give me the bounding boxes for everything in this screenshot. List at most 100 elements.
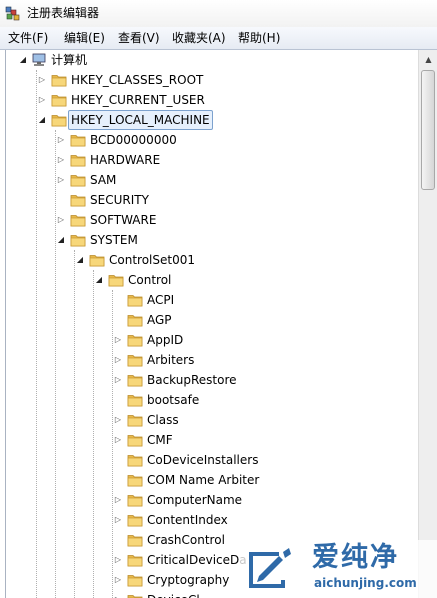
expand-arrow-icon[interactable]: ▷ bbox=[56, 175, 66, 185]
expand-arrow-icon[interactable]: ▷ bbox=[113, 495, 123, 505]
watermark-title: 爱纯净 bbox=[312, 542, 399, 573]
tree-node-software[interactable]: ▷ SOFTWARE bbox=[6, 210, 406, 230]
folder-icon bbox=[127, 472, 143, 488]
expand-arrow-icon[interactable]: ▷ bbox=[113, 575, 123, 585]
tree-node-class[interactable]: ▷ Class bbox=[6, 410, 406, 430]
tree-node-security[interactable]: SECURITY bbox=[6, 190, 406, 210]
tree-node-hkey-classes-root[interactable]: ▷ HKEY_CLASSES_ROOT bbox=[6, 70, 406, 90]
tree-node-agp[interactable]: AGP bbox=[6, 310, 406, 330]
menu-favorites[interactable]: 收藏夹(A) bbox=[171, 30, 227, 47]
folder-icon bbox=[70, 212, 86, 228]
collapse-arrow-icon[interactable]: ◢ bbox=[94, 275, 104, 285]
menu-edit[interactable]: 编辑(E) bbox=[63, 30, 106, 47]
folder-icon bbox=[127, 552, 143, 568]
tree-node-controlset001[interactable]: ◢ ControlSet001 bbox=[6, 250, 406, 270]
tree-node-label: HARDWARE bbox=[90, 153, 161, 167]
folder-icon bbox=[108, 272, 124, 288]
folder-icon bbox=[127, 352, 143, 368]
folder-icon bbox=[127, 492, 143, 508]
menu-view[interactable]: 查看(V) bbox=[117, 30, 161, 47]
folder-icon bbox=[127, 452, 143, 468]
tree-node-label: DeviceCl bbox=[147, 590, 200, 598]
tree-node-label: HKEY_CURRENT_USER bbox=[71, 93, 205, 107]
tree-node-computername[interactable]: ▷ ComputerName bbox=[6, 490, 406, 510]
expand-arrow-icon[interactable]: ▷ bbox=[113, 555, 123, 565]
tree-node-label: CriticalDeviceDa bbox=[147, 553, 247, 567]
tree-node-label: Cryptography bbox=[147, 573, 230, 587]
folder-icon bbox=[127, 572, 143, 588]
window-title: 注册表编辑器 bbox=[27, 6, 100, 20]
computer-icon bbox=[31, 52, 47, 68]
tree-node-cmf[interactable]: ▷ CMF bbox=[6, 430, 406, 450]
expand-arrow-icon[interactable]: ▷ bbox=[37, 95, 47, 105]
tree-node-label: ContentIndex bbox=[147, 513, 228, 527]
folder-icon bbox=[127, 592, 143, 598]
expand-arrow-icon[interactable]: ▷ bbox=[113, 435, 123, 445]
tree-node-label: SECURITY bbox=[90, 193, 149, 207]
tree-node-label: CMF bbox=[147, 433, 173, 447]
watermark-url: aichunjing.com bbox=[314, 576, 417, 590]
collapse-arrow-icon[interactable]: ◢ bbox=[37, 115, 47, 125]
folder-icon bbox=[89, 252, 105, 268]
folder-icon bbox=[127, 312, 143, 328]
expand-arrow-icon[interactable]: ▷ bbox=[56, 155, 66, 165]
collapse-arrow-icon[interactable]: ◢ bbox=[75, 255, 85, 265]
expand-arrow-icon[interactable]: ▷ bbox=[56, 135, 66, 145]
folder-icon bbox=[51, 92, 67, 108]
tree-node-label: Control bbox=[128, 273, 172, 287]
expand-arrow-icon[interactable]: ▷ bbox=[113, 375, 123, 385]
menu-help[interactable]: 帮助(H) bbox=[237, 30, 281, 47]
folder-icon bbox=[127, 292, 143, 308]
folder-icon bbox=[70, 232, 86, 248]
tree-node-label: COM Name Arbiter bbox=[147, 473, 260, 487]
tree-node-backuprestore[interactable]: ▷ BackupRestore bbox=[6, 370, 406, 390]
tree-node-label: Class bbox=[147, 413, 179, 427]
tree-node-label: CrashControl bbox=[147, 533, 225, 547]
watermark-logo-icon bbox=[245, 546, 293, 592]
folder-icon bbox=[51, 72, 67, 88]
scrollbar-thumb[interactable] bbox=[421, 70, 435, 190]
watermark: 爱纯净 aichunjing.com bbox=[240, 540, 437, 598]
tree-node-label: ComputerName bbox=[147, 493, 243, 507]
expand-arrow-icon[interactable]: ▷ bbox=[113, 515, 123, 525]
tree-node-appid[interactable]: ▷ AppID bbox=[6, 330, 406, 350]
tree-node-hardware[interactable]: ▷ HARDWARE bbox=[6, 150, 406, 170]
expand-arrow-icon[interactable]: ▷ bbox=[56, 215, 66, 225]
folder-icon bbox=[127, 372, 143, 388]
tree-node-control[interactable]: ◢ Control bbox=[6, 270, 406, 290]
tree-node-label: 计算机 bbox=[51, 53, 88, 67]
tree-node-system[interactable]: ◢ SYSTEM bbox=[6, 230, 406, 250]
tree-node-hkey-local-machine[interactable]: ◢ HKEY_LOCAL_MACHINE bbox=[6, 110, 406, 130]
folder-icon bbox=[127, 512, 143, 528]
collapse-arrow-icon[interactable]: ◢ bbox=[18, 55, 28, 65]
tree-node-acpi[interactable]: ACPI bbox=[6, 290, 406, 310]
tree-node-label: BackupRestore bbox=[147, 373, 237, 387]
tree-node-arbiters[interactable]: ▷ Arbiters bbox=[6, 350, 406, 370]
regedit-icon bbox=[5, 5, 21, 21]
collapse-arrow-icon[interactable]: ◢ bbox=[56, 235, 66, 245]
tree-node-sam[interactable]: ▷ SAM bbox=[6, 170, 406, 190]
expand-arrow-icon[interactable]: ▷ bbox=[37, 75, 47, 85]
tree-node-hkey-current-user[interactable]: ▷ HKEY_CURRENT_USER bbox=[6, 90, 406, 110]
tree-node-label: CoDeviceInstallers bbox=[147, 453, 259, 467]
tree-node-label: SOFTWARE bbox=[90, 213, 157, 227]
tree-node-label: BCD00000000 bbox=[90, 133, 177, 147]
tree-node-label: ACPI bbox=[147, 293, 175, 307]
tree-node-bootsafe[interactable]: bootsafe bbox=[6, 390, 406, 410]
expand-arrow-icon[interactable]: ▷ bbox=[113, 415, 123, 425]
tree-node-com-name-arbiter[interactable]: COM Name Arbiter bbox=[6, 470, 406, 490]
vertical-scrollbar[interactable]: ▲ bbox=[418, 50, 437, 598]
scroll-up-arrow-icon[interactable]: ▲ bbox=[421, 52, 436, 67]
tree-node-computer[interactable]: ◢ 计算机 bbox=[6, 50, 406, 70]
expand-arrow-icon[interactable]: ▷ bbox=[113, 335, 123, 345]
tree-node-bcd00000000[interactable]: ▷ BCD00000000 bbox=[6, 130, 406, 150]
expand-arrow-icon[interactable]: ▷ bbox=[113, 355, 123, 365]
tree-node-label: ControlSet001 bbox=[109, 253, 195, 267]
tree-node-contentindex[interactable]: ▷ ContentIndex bbox=[6, 510, 406, 530]
folder-icon bbox=[127, 412, 143, 428]
folder-icon bbox=[51, 112, 67, 128]
registry-tree[interactable]: ◢ 计算机 ▷ HKEY_CLASSES_ROOT ▷ HKEY_CURRENT… bbox=[5, 50, 419, 598]
menu-file[interactable]: 文件(F) bbox=[7, 30, 49, 47]
title-bar: 注册表编辑器 bbox=[0, 0, 437, 27]
tree-node-codeviceinstallers[interactable]: CoDeviceInstallers bbox=[6, 450, 406, 470]
